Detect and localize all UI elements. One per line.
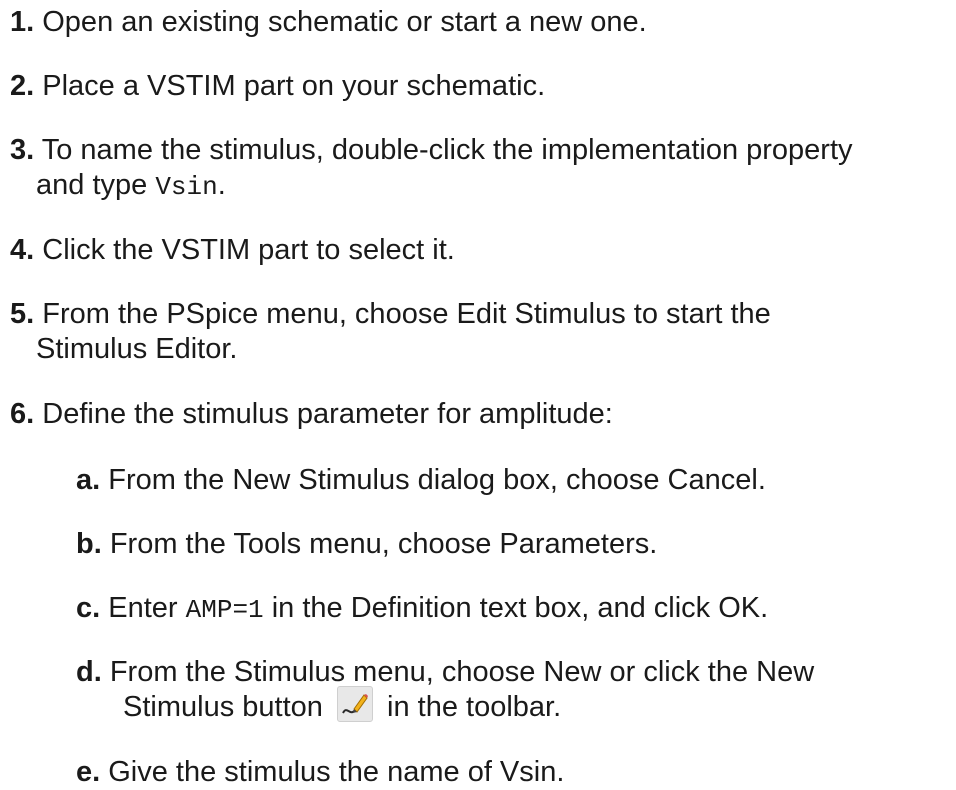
step-continuation: and type Vsin. (10, 168, 950, 205)
step-1: 1. Open an existing schematic or start a… (10, 5, 950, 40)
step-number: 5. (10, 298, 35, 330)
step-number: 2. (10, 70, 35, 102)
step-3: 3. To name the stimulus, double-click th… (10, 133, 950, 205)
substep-letter: b. (76, 528, 102, 560)
substep-a: a. From the New Stimulus dialog box, cho… (76, 463, 946, 498)
code-value: Vsin (155, 172, 218, 202)
new-stimulus-pencil-icon (336, 686, 373, 723)
substep-d: d. From the Stimulus menu, choose New or… (76, 655, 946, 725)
substep-letter: a. (76, 464, 101, 496)
step-5: 5. From the PSpice menu, choose Edit Sti… (10, 297, 950, 367)
substep-b: b. From the Tools menu, choose Parameter… (76, 527, 946, 562)
step-6: 6. Define the stimulus parameter for amp… (10, 397, 950, 432)
step-4: 4. Click the VSTIM part to select it. (10, 233, 950, 268)
step-continuation: Stimulus Editor. (36, 333, 238, 365)
substep-text: in the toolbar. (387, 691, 562, 723)
step-number: 4. (10, 234, 35, 266)
step-text: To name the stimulus, double-click the i… (41, 134, 853, 166)
substep-text: Enter (108, 592, 178, 624)
substep-text: Give the stimulus the name of Vsin. (108, 756, 565, 788)
step-number: 6. (10, 398, 35, 430)
substep-text: From the New Stimulus dialog box, choose… (108, 464, 766, 496)
step-text: and type (36, 169, 148, 201)
step-text: Define the stimulus parameter for amplit… (42, 398, 613, 430)
substep-text: Stimulus button (123, 691, 323, 723)
step-text: Place a VSTIM part on your schematic. (42, 70, 546, 102)
step-2: 2. Place a VSTIM part on your schematic. (10, 69, 950, 104)
code-value: AMP=1 (185, 595, 264, 625)
substep-e: e. Give the stimulus the name of Vsin. (76, 755, 946, 790)
step-text: . (217, 169, 226, 201)
substep-letter: c. (76, 592, 101, 624)
substep-c: c. Enter AMP=1 in the Definition text bo… (76, 591, 946, 628)
step-text: Open an existing schematic or start a ne… (42, 6, 647, 38)
substep-letter: e. (76, 756, 101, 788)
instructions-page: 1. Open an existing schematic or start a… (0, 0, 956, 788)
substep-letter: d. (76, 656, 102, 688)
step-text: From the PSpice menu, choose Edit Stimul… (42, 298, 771, 330)
substep-text: From the Tools menu, choose Parameters. (109, 528, 658, 560)
substep-text: in the Definition text box, and click OK… (271, 592, 769, 624)
step-text: Click the VSTIM part to select it. (42, 234, 455, 266)
step-number: 3. (10, 134, 35, 166)
step-number: 1. (10, 6, 35, 38)
substep-continuation: Stimulus button in the toolbar. (76, 686, 946, 725)
substep-text: From the Stimulus menu, choose New or cl… (109, 656, 815, 688)
